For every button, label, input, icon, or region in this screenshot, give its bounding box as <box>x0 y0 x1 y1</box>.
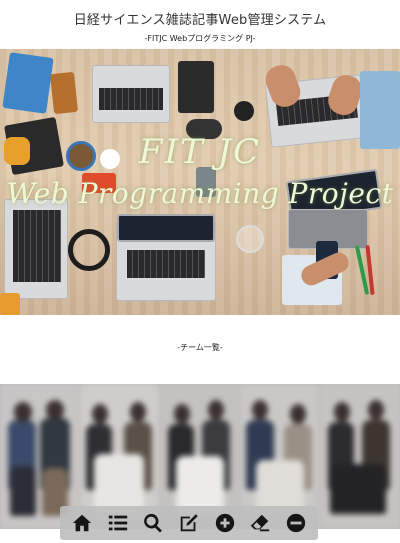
home-icon <box>72 514 92 532</box>
page-subtitle: -FITJC Webプログラミング PJ- <box>144 34 256 43</box>
list-icon <box>108 515 127 531</box>
laptop-center <box>116 214 216 301</box>
team-list-heading: -チーム一覧- <box>177 343 223 352</box>
hero-title: FIT JC <box>138 132 262 172</box>
notebook-blue <box>2 52 54 114</box>
laptop-top-left <box>92 65 170 123</box>
headphones <box>68 229 110 271</box>
sticky-note <box>0 293 20 315</box>
hero-subtitle: Web Programming Project <box>6 177 394 210</box>
list-button[interactable] <box>105 510 131 536</box>
page-header: 日経サイエンス雑誌記事Web管理システム -FITJC Webプログラミング P… <box>0 0 400 48</box>
add-button[interactable] <box>212 510 238 536</box>
home-button[interactable] <box>69 510 95 536</box>
page-title: 日経サイエンス雑誌記事Web管理システム <box>73 13 327 28</box>
search-button[interactable] <box>140 510 166 536</box>
search-icon <box>144 513 163 533</box>
edit-icon <box>180 514 198 532</box>
remove-button[interactable] <box>283 510 309 536</box>
notebook-black <box>178 61 214 113</box>
eraser-button[interactable] <box>247 510 273 536</box>
mug <box>234 101 254 121</box>
remove-icon <box>286 513 306 533</box>
edit-button[interactable] <box>176 510 202 536</box>
team-photo[interactable] <box>320 384 400 529</box>
eraser-icon <box>251 514 270 532</box>
glass <box>236 225 264 253</box>
bottom-toolbar <box>60 506 318 540</box>
add-icon <box>215 513 234 533</box>
laptop-left <box>4 199 68 299</box>
hero-banner: FIT JC Web Programming Project <box>0 49 400 315</box>
bag <box>49 71 79 115</box>
